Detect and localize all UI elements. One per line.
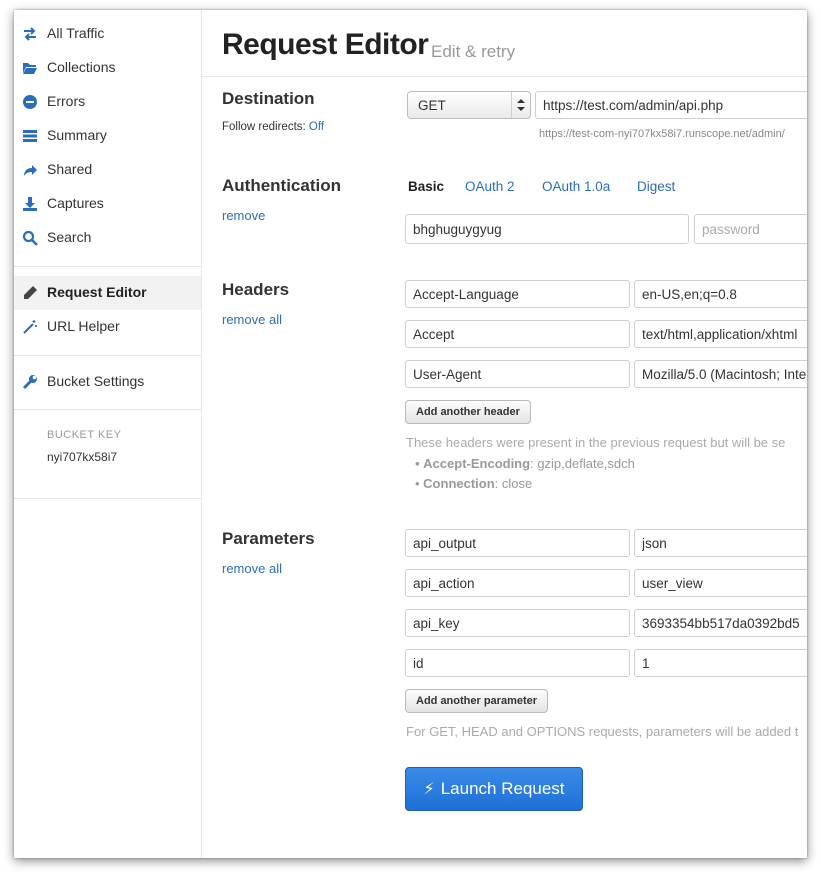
bucket-key-value: nyi707kx58i7: [47, 450, 118, 464]
sidebar-item-request-editor[interactable]: Request Editor: [14, 276, 201, 310]
param-value-input[interactable]: [634, 529, 807, 557]
destination-title: Destination: [222, 89, 315, 108]
sidebar-item-shared[interactable]: Shared: [14, 153, 201, 187]
add-header-button[interactable]: Add another header: [405, 400, 531, 424]
wrench-icon: [22, 375, 37, 390]
sidebar-divider: [14, 498, 201, 499]
sidebar-item-label: Request Editor: [47, 284, 147, 300]
header-value-input[interactable]: [634, 280, 807, 308]
header-value-input[interactable]: [634, 360, 807, 388]
sidebar-item-label: Summary: [47, 127, 107, 143]
param-name-input[interactable]: [405, 649, 630, 677]
method-select[interactable]: GET: [407, 91, 531, 119]
excluded-header-value: close: [501, 476, 533, 491]
sidebar-item-summary[interactable]: Summary: [14, 119, 201, 153]
sidebar-item-label: Search: [47, 229, 92, 245]
sidebar-item-label: Errors: [47, 93, 86, 109]
sidebar: All Traffic Collections Errors Summary S…: [14, 10, 202, 858]
sidebar-item-search[interactable]: Search: [14, 221, 201, 255]
download-icon: [23, 197, 37, 211]
param-value-input[interactable]: [634, 569, 807, 597]
sidebar-item-bucket-settings[interactable]: Bucket Settings: [14, 365, 201, 399]
page-title: Request Editor: [222, 28, 429, 61]
page-subtitle: Edit & retry: [431, 42, 516, 61]
password-input[interactable]: [694, 214, 807, 244]
launch-request-button[interactable]: ⚡︎ Launch Request: [405, 767, 583, 811]
pencil-icon: [24, 286, 37, 299]
sidebar-item-label: Collections: [47, 59, 116, 75]
excluded-header-name: Accept-Encoding: [423, 456, 531, 471]
remove-all-headers-link[interactable]: remove all: [222, 312, 282, 327]
remove-all-params-link[interactable]: remove all: [222, 561, 282, 576]
sidebar-item-collections[interactable]: Collections: [14, 51, 201, 85]
parameters-title: Parameters: [222, 529, 315, 548]
sidebar-item-errors[interactable]: Errors: [14, 85, 201, 119]
header-value-input[interactable]: [634, 320, 807, 348]
title-divider: [202, 76, 807, 77]
header-name-input[interactable]: [405, 360, 630, 388]
folder-icon: [23, 63, 37, 74]
search-icon: [22, 230, 38, 246]
minus-circle-icon: [23, 95, 37, 109]
header-name-input[interactable]: [405, 280, 630, 308]
excluded-header-item: • Connection: close: [415, 476, 533, 491]
tab-digest[interactable]: Digest: [637, 179, 675, 194]
sidebar-item-all-traffic[interactable]: All Traffic: [14, 17, 201, 51]
proxy-url-hint: https://test-com-nyi707kx58i7.runscope.n…: [539, 128, 785, 140]
tab-oauth1[interactable]: OAuth 1.0a: [542, 179, 610, 194]
param-name-input[interactable]: [405, 609, 630, 637]
param-name-input[interactable]: [405, 569, 630, 597]
sidebar-item-captures[interactable]: Captures: [14, 187, 201, 221]
username-input[interactable]: [405, 214, 689, 244]
app-window: All Traffic Collections Errors Summary S…: [14, 10, 807, 858]
main-content: Request Editor Edit & retry Destination …: [202, 10, 807, 858]
headers-title: Headers: [222, 280, 290, 299]
param-value-input[interactable]: [634, 649, 807, 677]
parameters-note: For GET, HEAD and OPTIONS requests, para…: [406, 724, 799, 739]
sidebar-divider: [14, 409, 201, 410]
bolt-icon: ⚡︎: [423, 781, 435, 798]
authentication-title: Authentication: [222, 176, 341, 195]
magic-wand-icon: [23, 320, 37, 334]
param-value-input[interactable]: [634, 609, 807, 637]
add-parameter-button[interactable]: Add another parameter: [405, 689, 549, 713]
tab-oauth2[interactable]: OAuth 2: [465, 179, 515, 194]
excluded-headers-note: These headers were present in the previo…: [406, 435, 786, 450]
excluded-header-value: gzip,deflate,sdch: [537, 456, 635, 471]
follow-redirects-label: Follow redirects: Off: [222, 121, 324, 133]
arrows-icon: [24, 27, 36, 41]
remove-auth-link[interactable]: remove: [222, 208, 265, 223]
list-icon: [23, 130, 37, 142]
select-arrows-icon: [511, 92, 530, 118]
sidebar-item-label: Captures: [47, 195, 104, 211]
share-icon: [24, 165, 37, 176]
sidebar-item-label: Bucket Settings: [47, 373, 145, 389]
method-value: GET: [418, 98, 446, 113]
follow-redirects-text: Follow redirects:: [222, 121, 306, 133]
launch-request-label: Launch Request: [440, 779, 565, 798]
excluded-header-name: Connection: [423, 476, 495, 491]
sidebar-divider: [14, 355, 201, 356]
sidebar-item-label: URL Helper: [47, 318, 120, 334]
param-name-input[interactable]: [405, 529, 630, 557]
sidebar-divider: [14, 266, 201, 267]
url-input[interactable]: [535, 91, 807, 119]
bucket-key-label: BUCKET KEY: [47, 429, 122, 441]
tab-basic[interactable]: Basic: [408, 179, 444, 194]
header-name-input[interactable]: [405, 320, 630, 348]
sidebar-item-label: Shared: [47, 161, 93, 177]
follow-redirects-toggle[interactable]: Off: [309, 121, 324, 133]
sidebar-item-label: All Traffic: [47, 25, 105, 41]
sidebar-item-url-helper[interactable]: URL Helper: [14, 310, 201, 344]
excluded-header-item: • Accept-Encoding: gzip,deflate,sdch: [415, 456, 635, 471]
